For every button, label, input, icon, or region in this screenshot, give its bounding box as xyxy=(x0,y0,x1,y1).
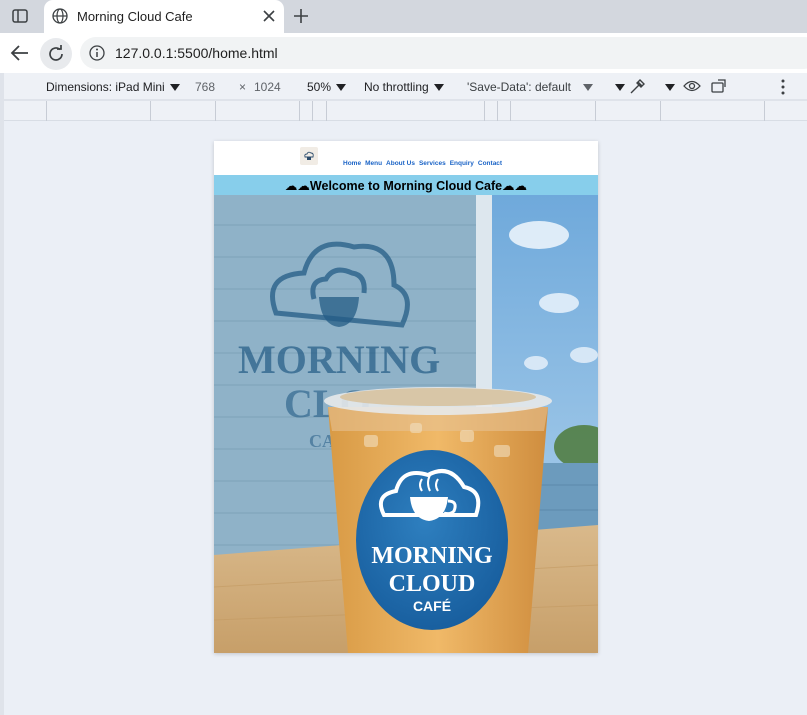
ruler-mark xyxy=(764,101,765,121)
dropdown-arrow-icon xyxy=(615,84,625,92)
nav-link-menu[interactable]: Menu xyxy=(365,160,382,167)
media-query-ruler[interactable] xyxy=(4,101,807,121)
info-icon[interactable] xyxy=(89,45,105,61)
device-select-label: Dimensions: iPad Mini xyxy=(46,80,165,94)
new-tab-icon[interactable] xyxy=(292,7,310,25)
address-bar[interactable]: 127.0.0.1:5500/home.html xyxy=(80,37,807,69)
browser-toolbar: 127.0.0.1:5500/home.html xyxy=(0,33,807,73)
dropdown-arrow-icon xyxy=(582,84,593,92)
save-data-select[interactable]: 'Save-Data': default xyxy=(467,80,593,94)
device-viewport: Home Menu About Us Services Enquiry Cont… xyxy=(4,121,807,715)
device-select[interactable]: Dimensions: iPad Mini xyxy=(46,80,180,94)
ruler-mark xyxy=(660,101,661,121)
emulated-page: Home Menu About Us Services Enquiry Cont… xyxy=(214,141,598,653)
ruler-mark xyxy=(46,101,47,121)
cup-logo-line3: CAFÉ xyxy=(413,598,451,614)
device-toolbar: Dimensions: iPad Mini 768 × 1024 50% No … xyxy=(4,73,807,100)
ruler-mark xyxy=(326,101,327,121)
cup-logo-line1: MORNING xyxy=(371,543,493,569)
ruler-mark xyxy=(299,101,300,121)
dropdown-arrow-icon xyxy=(433,84,444,92)
throttling-select[interactable]: No throttling xyxy=(364,80,444,94)
nav-link-services[interactable]: Services xyxy=(419,160,446,167)
globe-icon xyxy=(52,8,68,24)
tab-strip: Morning Cloud Cafe xyxy=(0,0,807,34)
nav-link-about-us[interactable]: About Us xyxy=(386,160,415,167)
nav-link-home[interactable]: Home xyxy=(343,160,361,167)
dropdown-arrow-icon xyxy=(336,84,347,92)
reload-icon xyxy=(49,45,63,61)
eye-icon[interactable] xyxy=(683,79,701,93)
back-arrow-icon[interactable] xyxy=(10,44,30,62)
height-input[interactable]: 1024 xyxy=(254,80,281,94)
ruler-mark xyxy=(497,101,498,121)
site-nav: Home Menu About Us Services Enquiry Cont… xyxy=(343,160,502,167)
cafe-logo[interactable] xyxy=(300,147,318,165)
zoom-label: 50% xyxy=(307,80,332,94)
url-text: 127.0.0.1:5500/home.html xyxy=(115,45,278,61)
picker-dropdown[interactable] xyxy=(660,80,675,94)
zoom-select[interactable]: 50% xyxy=(307,80,347,94)
times-symbol: × xyxy=(239,80,247,94)
hero-image: MORNING CLO CA MORNIN xyxy=(214,195,598,653)
nav-link-contact[interactable]: Contact xyxy=(478,160,502,167)
site-header: Home Menu About Us Services Enquiry Cont… xyxy=(214,141,598,175)
more-vert-icon[interactable] xyxy=(780,79,786,95)
welcome-banner: ☁☁Welcome to Morning Cloud Cafe☁☁ xyxy=(214,175,598,195)
wall-sign-line1: MORNING xyxy=(238,337,440,382)
cloud-cup-logo-icon xyxy=(304,151,314,160)
ruler-mark xyxy=(595,101,596,121)
dropdown-arrow-icon xyxy=(169,84,180,92)
dropdown-arrow-icon xyxy=(665,84,675,92)
cup-logo-line2: CLOUD xyxy=(389,571,476,597)
ruler-mark xyxy=(312,101,313,121)
close-icon[interactable] xyxy=(262,9,276,23)
tab-title: Morning Cloud Cafe xyxy=(77,9,193,24)
ruler-mark xyxy=(150,101,151,121)
throttling-label: No throttling xyxy=(364,80,429,94)
ruler-mark xyxy=(484,101,485,121)
reload-button[interactable] xyxy=(40,38,72,70)
more-options-dropdown[interactable] xyxy=(610,80,625,94)
rotate-device-icon[interactable] xyxy=(710,78,728,94)
ruler-mark xyxy=(510,101,511,121)
browser-tab[interactable]: Morning Cloud Cafe xyxy=(44,0,284,34)
save-data-label: 'Save-Data': default xyxy=(467,80,571,94)
nav-link-enquiry[interactable]: Enquiry xyxy=(450,160,474,167)
color-picker-icon[interactable] xyxy=(628,78,646,96)
tab-search-icon[interactable] xyxy=(8,5,32,27)
width-input[interactable]: 768 xyxy=(195,80,215,94)
ruler-mark xyxy=(215,101,216,121)
